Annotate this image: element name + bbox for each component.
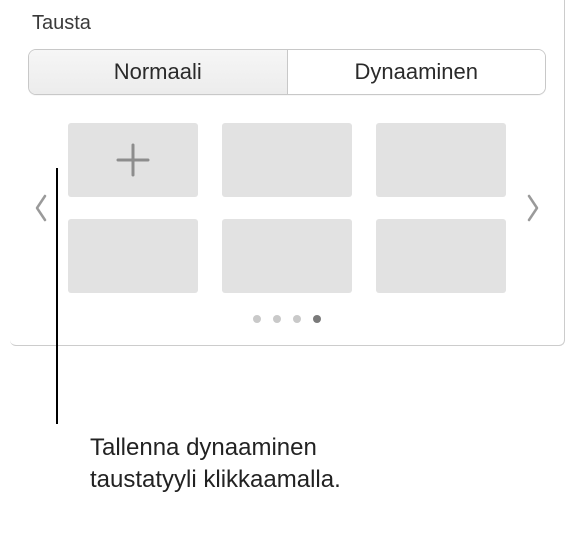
add-background-button[interactable] xyxy=(68,123,198,197)
tab-normal-label: Normaali xyxy=(114,59,202,85)
thumbnail-carousel xyxy=(28,123,546,293)
pagination-dot[interactable] xyxy=(253,315,261,323)
carousel-next-button[interactable] xyxy=(520,168,546,248)
background-thumbnail[interactable] xyxy=(376,219,506,293)
callout-text: Tallenna dynaaminen taustatyyli klikkaam… xyxy=(90,432,341,497)
background-mode-segmented: Normaali Dynaaminen xyxy=(28,49,546,95)
pagination-dot[interactable] xyxy=(273,315,281,323)
background-thumbnail[interactable] xyxy=(222,123,352,197)
pagination-dots xyxy=(28,315,546,323)
plus-icon xyxy=(112,139,154,181)
pagination-dot-active[interactable] xyxy=(313,315,321,323)
chevron-left-icon xyxy=(33,194,49,222)
background-thumbnail[interactable] xyxy=(376,123,506,197)
background-thumbnail[interactable] xyxy=(222,219,352,293)
tab-dynamic[interactable]: Dynaaminen xyxy=(288,50,546,94)
section-title: Tausta xyxy=(32,12,546,35)
tab-normal[interactable]: Normaali xyxy=(29,50,288,94)
chevron-right-icon xyxy=(525,194,541,222)
thumbnail-grid xyxy=(54,123,520,293)
pagination-dot[interactable] xyxy=(293,315,301,323)
background-thumbnail[interactable] xyxy=(68,219,198,293)
background-panel: Tausta Normaali Dynaaminen xyxy=(10,0,565,346)
carousel-prev-button[interactable] xyxy=(28,168,54,248)
tab-dynamic-label: Dynaaminen xyxy=(354,59,478,85)
